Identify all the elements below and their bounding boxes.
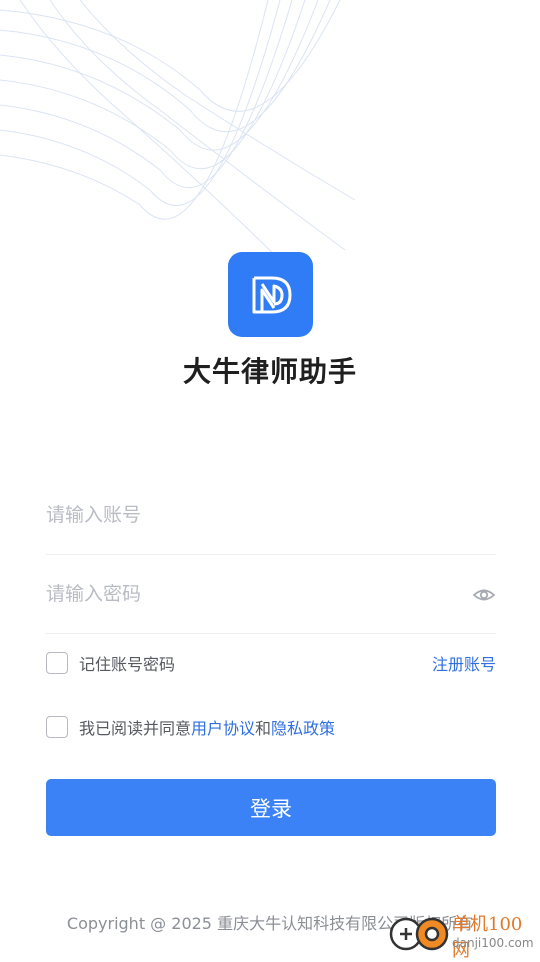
logo-mark-icon (252, 276, 291, 313)
remember-label: 记住账号密码 (79, 655, 176, 674)
agreement-and: 和 (255, 719, 272, 738)
agreement-prefix: 我已阅读并同意 (79, 719, 192, 738)
app-logo (228, 252, 313, 337)
remember-row: 记住账号密码 注册账号 (46, 650, 496, 676)
watermark-en: danji100.com (452, 936, 534, 950)
privacy-policy-link[interactable]: 隐私政策 (271, 719, 335, 738)
agreement-text: 我已阅读并同意用户协议和隐私政策 (79, 715, 335, 739)
agreement-row: 我已阅读并同意用户协议和隐私政策 (46, 714, 496, 740)
account-field (46, 477, 496, 555)
site-watermark: 单机100网 danji100.com (388, 910, 538, 961)
password-input[interactable] (46, 576, 446, 612)
agreement-checkbox[interactable] (46, 716, 68, 738)
login-button[interactable]: 登录 (46, 779, 496, 836)
account-input[interactable] (46, 497, 446, 533)
background-pattern (0, 0, 356, 281)
register-link[interactable]: 注册账号 (432, 651, 496, 675)
eye-icon[interactable] (472, 583, 496, 607)
app-title: 大牛律师助手 (182, 355, 357, 388)
user-agreement-link[interactable]: 用户协议 (191, 719, 255, 738)
remember-checkbox[interactable] (46, 652, 68, 674)
password-field (46, 556, 496, 634)
watermark-logo-icon (389, 917, 449, 951)
